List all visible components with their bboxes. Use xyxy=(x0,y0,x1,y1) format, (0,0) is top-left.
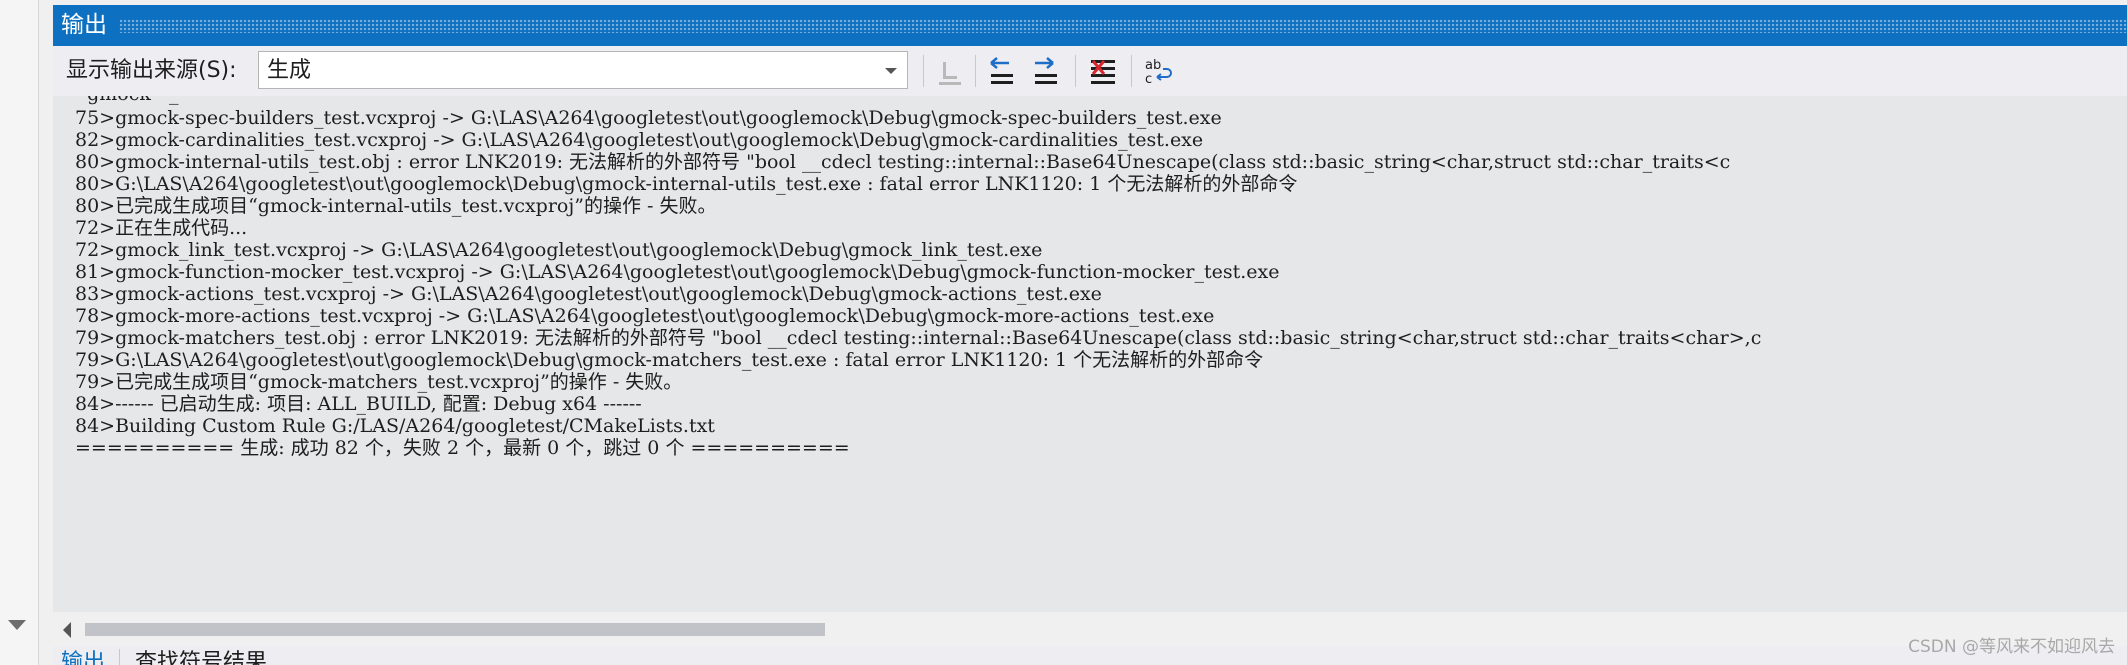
tab-output[interactable]: 输出 xyxy=(61,650,105,665)
svg-text:ab: ab xyxy=(1145,58,1161,73)
chevron-down-icon xyxy=(885,68,897,74)
toolbar-separator xyxy=(975,55,976,87)
output-line: 80>gmock-internal-utils_test.obj : error… xyxy=(75,151,1731,173)
bottom-tab-strip: 输出 查找符号结果 xyxy=(53,646,2127,665)
panel-title: 输出 xyxy=(61,12,107,38)
toolbar-separator xyxy=(923,55,924,87)
csdn-watermark: CSDN @等风来不如迎风去 xyxy=(1908,637,2115,657)
output-line: 84>------ 已启动生成: 项目: ALL_BUILD, 配置: Debu… xyxy=(75,393,642,415)
output-line: 79>G:\LAS\A264\googletest\out\googlemock… xyxy=(75,349,1264,371)
output-toolbar: 显示输出来源(S): 生成 ab c xyxy=(53,46,2127,96)
title-bar-grip xyxy=(119,19,2127,33)
previous-message-button[interactable] xyxy=(983,52,1021,90)
source-label: 显示输出来源(S): xyxy=(66,58,237,83)
panel-title-bar[interactable]: 输出 xyxy=(53,5,2127,46)
output-line: 83>gmock-actions_test.vcxproj -> G:\LAS\… xyxy=(75,283,1102,305)
scroll-left-arrow-icon[interactable] xyxy=(63,622,71,638)
tab-separator xyxy=(119,649,120,665)
svg-text:c: c xyxy=(1145,72,1152,87)
toolbar-separator xyxy=(1075,55,1076,87)
toolbar-separator xyxy=(1131,55,1132,87)
output-line: 79>gmock-matchers_test.obj : error LNK20… xyxy=(75,327,1762,349)
scroll-down-arrow-icon[interactable] xyxy=(8,620,26,630)
output-line: 82>gmock-cardinalities_test.vcxproj -> G… xyxy=(75,129,1204,151)
output-line: 78>gmock-more-actions_test.vcxproj -> G:… xyxy=(75,305,1215,327)
word-wrap-icon: ab c xyxy=(1145,58,1172,87)
output-text-area[interactable]: gmock _ 75>gmock-spec-builders_test.vcxp… xyxy=(53,96,2127,612)
output-line: 80>G:\LAS\A264\googletest\out\googlemock… xyxy=(75,173,1298,195)
output-line: 72>正在生成代码... xyxy=(75,217,248,239)
output-line: ========== 生成: 成功 82 个，失败 2 个，最新 0 个，跳过 … xyxy=(75,437,850,459)
source-dropdown[interactable]: 生成 xyxy=(258,51,908,89)
horizontal-scrollbar[interactable] xyxy=(53,612,2127,646)
scrollbar-thumb[interactable] xyxy=(85,623,825,636)
clear-all-button[interactable] xyxy=(1083,52,1121,90)
output-line: 84>Building Custom Rule G:/LAS/A264/goog… xyxy=(75,415,715,437)
next-message-icon xyxy=(1035,57,1057,84)
output-line: 81>gmock-function-mocker_test.vcxproj ->… xyxy=(75,261,1280,283)
output-panel: 输出 显示输出来源(S): 生成 ab c 75>gmock-spec-buil… xyxy=(53,0,2127,665)
go-to-line-button[interactable] xyxy=(931,52,969,90)
go-to-line-icon xyxy=(939,62,961,85)
output-line: 80>已完成生成项目“gmock-internal-utils_test.vcx… xyxy=(75,195,717,217)
tab-find-symbol-results[interactable]: 查找符号结果 xyxy=(135,650,267,665)
next-message-button[interactable] xyxy=(1027,52,1065,90)
output-line-partial: gmock _ xyxy=(75,96,178,105)
output-line: 72>gmock_link_test.vcxproj -> G:\LAS\A26… xyxy=(75,239,1043,261)
left-gutter xyxy=(0,0,39,665)
previous-message-icon xyxy=(990,57,1013,84)
output-line: 79>已完成生成项目“gmock-matchers_test.vcxproj”的… xyxy=(75,371,683,393)
word-wrap-button[interactable]: ab c xyxy=(1139,52,1177,90)
source-dropdown-value: 生成 xyxy=(267,58,312,83)
clear-all-icon xyxy=(1091,60,1115,84)
output-line: 75>gmock-spec-builders_test.vcxproj -> G… xyxy=(75,107,1222,129)
